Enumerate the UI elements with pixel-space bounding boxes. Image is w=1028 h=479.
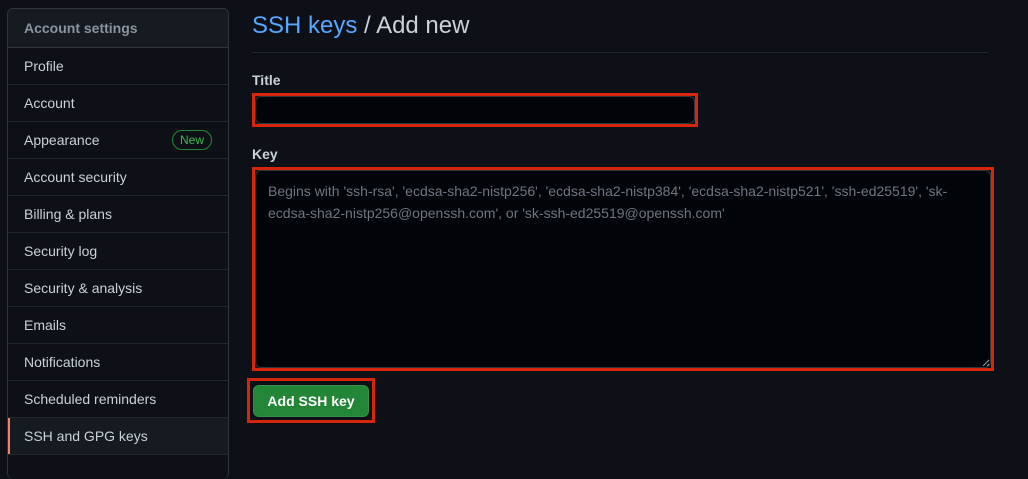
sidebar-header: Account settings xyxy=(8,9,228,48)
sidebar-item-label: Profile xyxy=(24,57,64,74)
sidebar-item-notifications[interactable]: Notifications xyxy=(8,344,228,381)
sidebar-item-account[interactable]: Account xyxy=(8,85,228,122)
sidebar-item-account-security[interactable]: Account security xyxy=(8,159,228,196)
breadcrumb-separator: / xyxy=(357,12,377,39)
sidebar-item-security-analysis[interactable]: Security & analysis xyxy=(8,270,228,307)
sidebar-item-label: Account security xyxy=(24,168,127,185)
add-ssh-key-button[interactable]: Add SSH key xyxy=(253,384,369,417)
sidebar-item-appearance[interactable]: Appearance New xyxy=(8,122,228,159)
key-highlight-box xyxy=(252,167,994,371)
page-title: SSH keys / Add new xyxy=(252,0,988,53)
sidebar-item-label: Notifications xyxy=(24,353,101,370)
sidebar-item-security-log[interactable]: Security log xyxy=(8,233,228,270)
new-badge: New xyxy=(171,130,212,150)
sidebar-item-ssh-gpg-keys[interactable]: SSH and GPG keys xyxy=(8,418,228,455)
sidebar-item-label: Billing & plans xyxy=(24,205,112,222)
main-content: SSH keys / Add new Title Key Add SSH key xyxy=(247,0,994,423)
key-textarea[interactable] xyxy=(255,170,991,368)
ssh-keys-breadcrumb-link[interactable]: SSH keys xyxy=(252,12,357,39)
sidebar-item-scheduled-reminders[interactable]: Scheduled reminders xyxy=(8,381,228,418)
title-highlight-box xyxy=(252,93,698,127)
sidebar-item-label: Security & analysis xyxy=(24,279,143,296)
sidebar-item-label: Scheduled reminders xyxy=(24,390,157,407)
submit-highlight-box: Add SSH key xyxy=(247,378,375,423)
title-label: Title xyxy=(252,72,281,88)
sidebar-item-profile[interactable]: Profile xyxy=(8,48,228,85)
sidebar-item-label: Security log xyxy=(24,242,98,259)
breadcrumb-current: Add new xyxy=(376,12,470,39)
settings-sidebar: Account settings Profile Account Appeara… xyxy=(7,8,229,479)
sidebar-item-label: Emails xyxy=(24,316,67,333)
sidebar-item-label: Appearance xyxy=(24,131,100,148)
title-input[interactable] xyxy=(255,96,695,124)
sidebar-item-label: Account xyxy=(24,94,75,111)
sidebar-item-emails[interactable]: Emails xyxy=(8,307,228,344)
sidebar-item-billing[interactable]: Billing & plans xyxy=(8,196,228,233)
sidebar-item-label: SSH and GPG keys xyxy=(24,427,148,444)
key-label: Key xyxy=(252,146,278,162)
